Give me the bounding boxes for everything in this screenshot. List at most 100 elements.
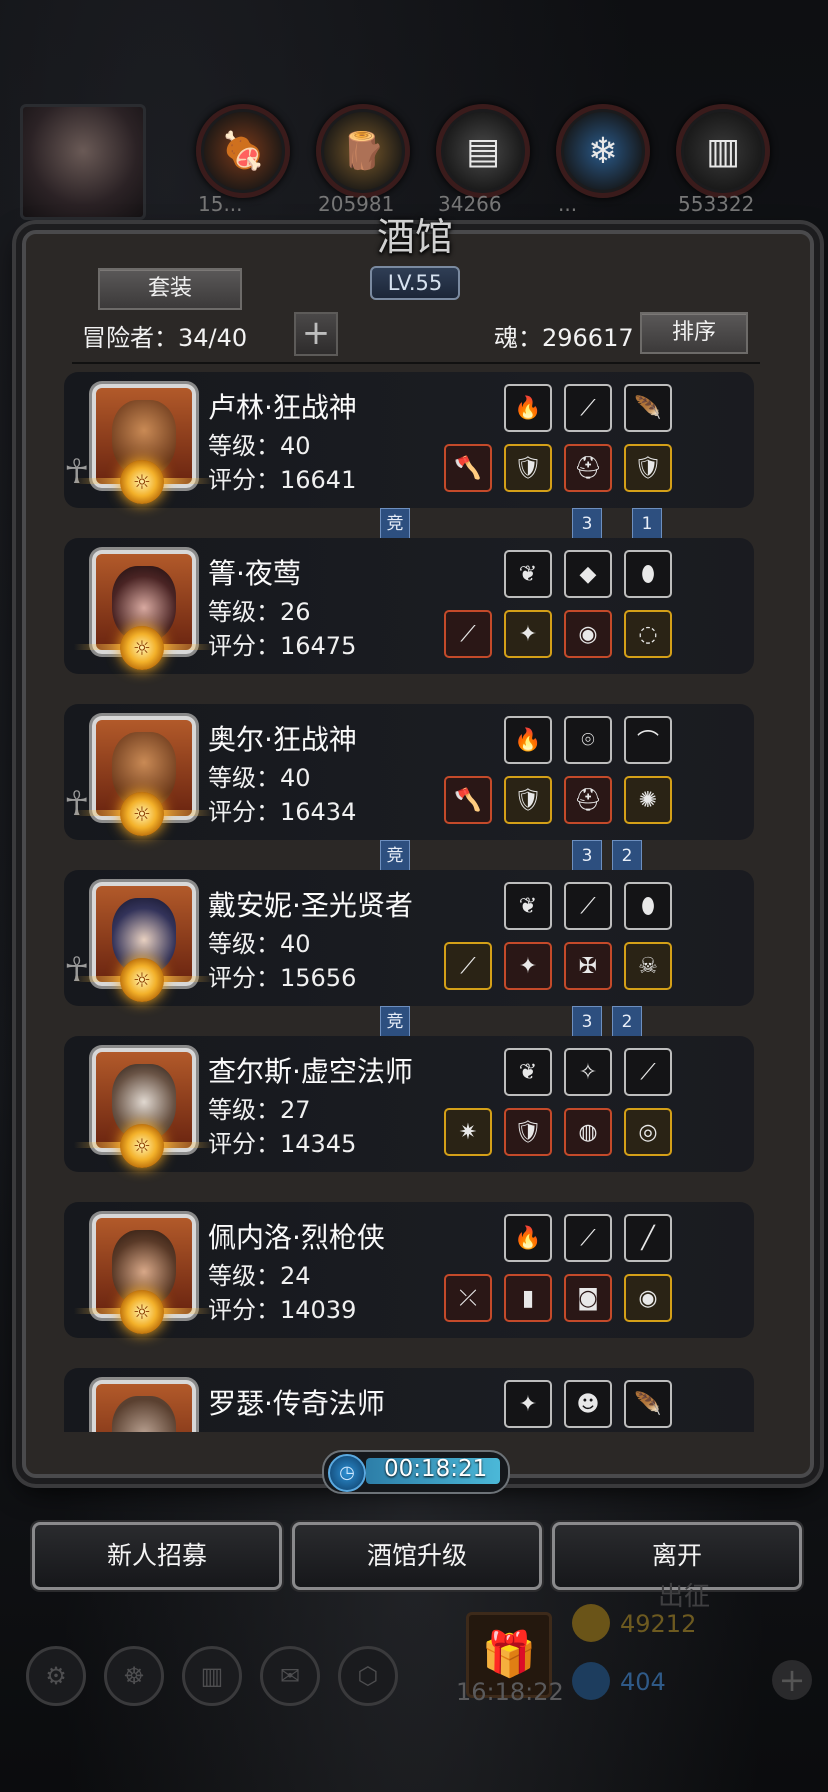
header-divider — [72, 362, 760, 364]
hero-name: 罗瑟·传奇法师 — [208, 1387, 385, 1420]
mail-icon[interactable]: ✉ — [260, 1646, 320, 1706]
add-gem-button[interactable]: + — [772, 1660, 812, 1700]
shield-icon[interactable]: 🛡 — [624, 444, 672, 492]
wood-icon: 🪵 — [316, 104, 410, 198]
sun-rank-icon: ☼ — [120, 792, 164, 836]
meat-icon: 🍖 — [196, 104, 290, 198]
fire-orb-icon[interactable]: 🔥 — [504, 1214, 552, 1262]
axe-icon[interactable]: 🪓 — [444, 444, 492, 492]
hero-name: 卢林·狂战神 — [208, 391, 357, 424]
hero-name: 箐·夜莺 — [208, 557, 301, 590]
hero-card[interactable]: ☼ 箐·夜莺 等级：26 评分：16475 ❦ ◆ ⬮ ⟋ ✦ ◉ ◌ — [64, 538, 754, 674]
hero-level: 等级：24 — [208, 1262, 311, 1290]
expedition-label: 出征 — [658, 1582, 711, 1612]
helmet-icon[interactable]: ⛑ — [564, 444, 612, 492]
legend-mage-face — [112, 1396, 176, 1432]
hero-level: 等级：26 — [208, 598, 311, 626]
hero-score: 评分：16641 — [208, 466, 357, 494]
timer: ◷ 00:18:21 — [322, 1450, 510, 1494]
hero-card[interactable]: ☼ 查尔斯·虚空法师 等级：27 评分：14345 ❦ ✧ ⟋ ✷ 🛡 ◍ ◎ — [64, 1036, 754, 1172]
clock-icon: ◷ — [328, 1454, 366, 1492]
hero-level: 等级：27 — [208, 1096, 311, 1124]
bow-icon[interactable]: ⟋ — [624, 1048, 672, 1096]
hero-card[interactable]: ☥ ☼ 卢林·狂战神 等级：40 评分：16641 🔥 ⟋ 🪶 🪓 🛡 ⛑ 🛡 — [64, 372, 754, 508]
sun-rank-icon: ☼ — [120, 460, 164, 504]
hero-score: 评分：14039 — [208, 1296, 357, 1324]
armor-icon[interactable]: ▮ — [504, 1274, 552, 1322]
hero-card[interactable]: ☥ ☼ 戴安妮·圣光贤者 等级：40 评分：15656 ❦ ⟋ ⬮ ⟋ ✦ ✠ ☠ — [64, 870, 754, 1006]
ring-icon[interactable]: ◍ — [564, 1108, 612, 1156]
bow-icon[interactable]: ⟋ — [564, 882, 612, 930]
settings-icon[interactable]: ⚙ — [26, 1646, 86, 1706]
hero-score: 评分：16475 — [208, 632, 357, 660]
amulet-icon[interactable]: ✺ — [624, 776, 672, 824]
tavern-level-badge: LV.55 — [370, 266, 460, 300]
staff-icon[interactable]: ⟋ — [444, 942, 492, 990]
bracelet-icon[interactable]: ◎ — [624, 1108, 672, 1156]
feather-icon[interactable]: 🪶 — [624, 384, 672, 432]
medal-icon[interactable]: ✠ — [564, 942, 612, 990]
sort-button[interactable]: 排序 — [640, 312, 748, 354]
eye-icon[interactable]: ◉ — [564, 610, 612, 658]
helmet-icon[interactable]: ◙ — [564, 1274, 612, 1322]
axe-icon[interactable]: 🪓 — [444, 776, 492, 824]
necklace-icon[interactable]: ⌾ — [564, 716, 612, 764]
fire-orb-icon[interactable]: 🔥 — [504, 384, 552, 432]
guild-icon[interactable]: ⬡ — [338, 1646, 398, 1706]
green-flame-icon[interactable]: ❦ — [504, 882, 552, 930]
emblem-icon[interactable]: ✧ — [564, 1048, 612, 1096]
spirit-icon: ☥ — [64, 784, 90, 824]
bow-icon[interactable]: ⟋ — [564, 384, 612, 432]
horn-icon[interactable]: ⌒ — [624, 716, 672, 764]
hero-name: 奥尔·狂战神 — [208, 723, 357, 756]
hero-level: 等级：40 — [208, 930, 311, 958]
blade-icon[interactable]: ╱ — [624, 1214, 672, 1262]
armor-icon[interactable]: 🛡 — [504, 776, 552, 824]
scepter-icon[interactable]: ✷ — [444, 1108, 492, 1156]
ring-icon[interactable]: ◌ — [624, 610, 672, 658]
armor-icon[interactable]: 🛡 — [504, 444, 552, 492]
eye-icon[interactable]: ◉ — [624, 1274, 672, 1322]
resource-value: 15... — [198, 192, 243, 216]
set-button[interactable]: 套装 — [98, 268, 242, 310]
shield-icon[interactable]: ⬮ — [624, 882, 672, 930]
hero-card[interactable]: ☼罗瑟·传奇法师✦☻🪶 — [64, 1368, 754, 1432]
hero-name: 戴安妮·圣光贤者 — [208, 889, 413, 922]
gold-coin-icon — [572, 1604, 610, 1642]
hero-list[interactable]: ☥ ☼ 卢林·狂战神 等级：40 评分：16641 🔥 ⟋ 🪶 🪓 🛡 ⛑ 🛡 竞 3 1 ☼ 箐·夜莺 等级：2… — [64, 372, 768, 1432]
recruit-button[interactable]: 新人招募 — [32, 1522, 282, 1590]
green-flame-icon[interactable]: ❦ — [504, 550, 552, 598]
upgrade-tavern-button[interactable]: 酒馆升级 — [292, 1522, 542, 1590]
helmet-icon[interactable]: ⛑ — [564, 776, 612, 824]
purple-gem-icon[interactable]: ◆ — [564, 550, 612, 598]
staff-icon[interactable]: ⟋ — [444, 610, 492, 658]
hero-portrait[interactable] — [92, 1380, 196, 1432]
gold-amount: 49212 — [620, 1610, 697, 1638]
feather-icon[interactable]: 🪶 — [624, 1380, 672, 1428]
tavern-title: 酒馆 — [376, 215, 453, 259]
sun-rank-icon: ☼ — [120, 1290, 164, 1334]
fire-orb-icon[interactable]: 🔥 — [504, 716, 552, 764]
spirit-icon: ☥ — [64, 950, 90, 990]
add-slot-button[interactable]: + — [294, 312, 338, 356]
armor-icon[interactable]: ✦ — [504, 1380, 552, 1428]
bow-icon[interactable]: ⟋ — [564, 1214, 612, 1262]
sun-rank-icon: ☼ — [120, 1124, 164, 1168]
sun-rank-icon: ☼ — [120, 958, 164, 1002]
gun-icon[interactable]: ⤫ — [444, 1274, 492, 1322]
mask-icon[interactable]: ☻ — [564, 1380, 612, 1428]
shield-icon[interactable]: ⬮ — [624, 550, 672, 598]
mask-icon[interactable]: ☠ — [624, 942, 672, 990]
green-flame-icon[interactable]: ❦ — [504, 1048, 552, 1096]
shop-icon[interactable]: ▥ — [182, 1646, 242, 1706]
timer-text: 00:18:21 — [384, 1456, 488, 1482]
armor-icon[interactable]: 🛡 — [504, 1108, 552, 1156]
armor-icon[interactable]: ✦ — [504, 610, 552, 658]
resource-value: ... — [558, 192, 578, 216]
player-avatar[interactable] — [20, 104, 146, 220]
resource-value: 553322 — [678, 192, 755, 216]
hero-card[interactable]: ☼ 佩内洛·烈枪侠 等级：24 评分：14039 🔥 ⟋ ╱ ⤫ ▮ ◙ ◉ — [64, 1202, 754, 1338]
armor-icon[interactable]: ✦ — [504, 942, 552, 990]
hero-card[interactable]: ☥ ☼ 奥尔·狂战神 等级：40 评分：16434 🔥 ⌾ ⌒ 🪓 🛡 ⛑ ✺ — [64, 704, 754, 840]
hero-icon[interactable]: ☸ — [104, 1646, 164, 1706]
